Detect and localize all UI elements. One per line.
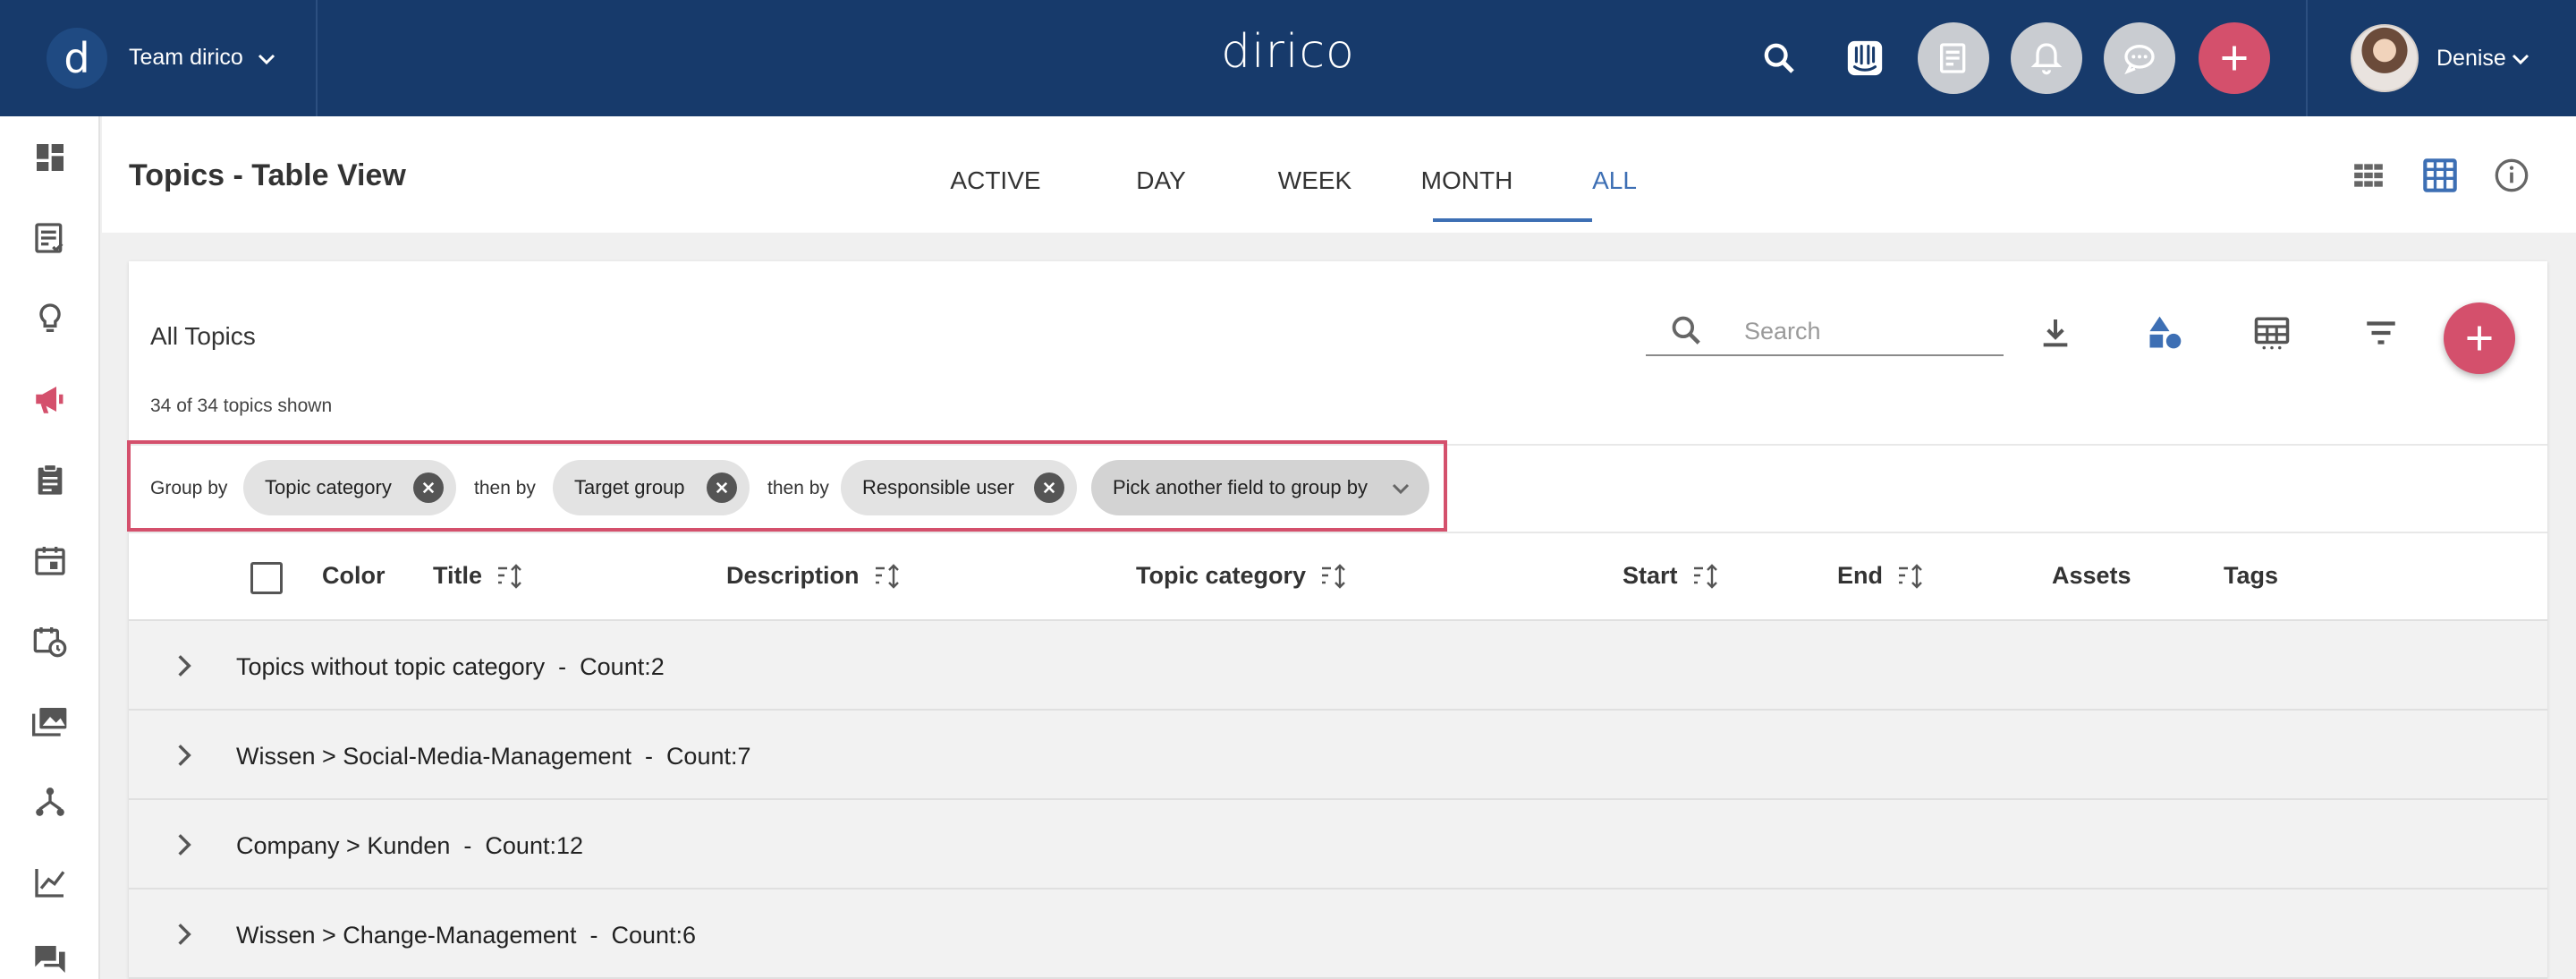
header-description[interactable]: Description [726, 562, 904, 590]
remove-chip-icon[interactable] [1034, 472, 1064, 503]
group-chip-target-group[interactable]: Target group [553, 460, 750, 515]
team-name: Team dirico [129, 45, 243, 70]
header-start[interactable]: Start [1623, 562, 1723, 590]
top-bar: d Team dirico dirico Denise [0, 0, 2576, 116]
sort-icon[interactable] [874, 563, 904, 590]
chat-button[interactable] [2104, 22, 2175, 94]
select-all-checkbox[interactable] [250, 562, 283, 594]
chevron-down-icon [258, 54, 275, 65]
topics-count: 34 of 34 topics shown [150, 396, 333, 416]
columns-icon[interactable] [2250, 311, 2293, 354]
header-end[interactable]: End [1837, 562, 1928, 590]
chevron-right-icon[interactable] [170, 741, 199, 770]
tab-day[interactable]: DAY [1116, 166, 1206, 195]
page-title: Topics - Table View [129, 158, 406, 192]
filter-icon[interactable] [2360, 311, 2402, 354]
header-tags: Tags [2224, 562, 2279, 589]
dashboard-icon[interactable] [29, 136, 72, 179]
intercom-icon[interactable] [1843, 36, 1887, 81]
grid-view-icon[interactable] [2349, 156, 2388, 195]
analytics-icon[interactable] [29, 861, 72, 904]
sort-icon[interactable] [496, 563, 527, 590]
tab-active[interactable]: ACTIVE [937, 166, 1054, 195]
remove-chip-icon[interactable] [413, 472, 444, 503]
group-row[interactable]: Wissen > Change-Management - Count:6 [129, 890, 2547, 979]
then-by-label: then by [474, 478, 536, 498]
chevron-down-icon [1392, 483, 1410, 495]
topics-card: All Topics 34 of 34 topics shown Group b… [127, 261, 2547, 979]
tab-all[interactable]: ALL [1535, 166, 1694, 195]
add-topic-button[interactable] [2444, 302, 2515, 374]
group-row-label: Company > Kunden - Count:12 [236, 832, 583, 859]
table-view-icon[interactable] [2420, 156, 2460, 195]
calendar-icon[interactable] [29, 539, 72, 582]
chat-icon [2124, 45, 2155, 75]
header-topic-category[interactable]: Topic category [1136, 562, 1351, 590]
checklist-icon[interactable] [29, 217, 72, 260]
chevron-right-icon[interactable] [170, 651, 199, 680]
tasks-button[interactable] [1918, 22, 1989, 94]
avatar[interactable] [2351, 24, 2419, 92]
remove-chip-icon[interactable] [707, 472, 737, 503]
shapes-icon[interactable] [2143, 311, 2186, 354]
bell-icon [2030, 43, 2063, 75]
then-by-label: then by [767, 478, 829, 498]
search-input[interactable] [1744, 313, 1995, 349]
team-switcher[interactable]: d Team dirico [0, 0, 318, 116]
tasks-icon [1940, 43, 1966, 73]
chip-label: Responsible user [862, 476, 1014, 498]
tab-month[interactable]: MONTH [1404, 166, 1530, 195]
notifications-button[interactable] [2011, 22, 2082, 94]
search-icon[interactable] [1757, 36, 1801, 81]
sort-icon[interactable] [1692, 563, 1723, 590]
chevron-right-icon[interactable] [170, 920, 199, 949]
user-name[interactable]: Denise [2436, 46, 2506, 72]
sort-icon[interactable] [1320, 563, 1351, 590]
comments-icon[interactable] [29, 938, 72, 979]
chevron-down-icon[interactable] [2510, 48, 2531, 70]
group-chip-responsible-user[interactable]: Responsible user [841, 460, 1077, 515]
search-field[interactable] [1646, 308, 2004, 356]
add-icon [2467, 326, 2492, 351]
group-row[interactable]: Company > Kunden - Count:12 [129, 800, 2547, 890]
group-by-bar: Group by Topic category then by Target g… [127, 440, 1447, 532]
group-by-label: Group by [150, 478, 228, 498]
group-field-picker[interactable]: Pick another field to group by [1091, 460, 1429, 515]
user-separator [2306, 0, 2308, 116]
hierarchy-icon[interactable] [29, 780, 72, 823]
chip-label: Topic category [265, 476, 392, 498]
header-color[interactable]: Color [322, 562, 386, 590]
add-icon [2222, 46, 2247, 71]
divider [129, 532, 2547, 533]
sidebar [0, 116, 100, 979]
sort-icon[interactable] [1897, 563, 1928, 590]
card-title: All Topics [150, 322, 256, 350]
download-icon[interactable] [2034, 311, 2077, 354]
chip-label: Target group [574, 476, 685, 498]
info-icon[interactable] [2492, 156, 2531, 195]
page-header: Topics - Table View ACTIVE DAY WEEK MONT… [102, 116, 2576, 233]
group-row-label: Wissen > Social-Media-Management - Count… [236, 743, 751, 770]
chevron-right-icon[interactable] [170, 830, 199, 859]
group-chip-topic-category[interactable]: Topic category [243, 460, 456, 515]
header-assets: Assets [2052, 562, 2131, 589]
group-row-label: Topics without topic category - Count:2 [236, 653, 665, 680]
group-row[interactable]: Topics without topic category - Count:2 [129, 621, 2547, 711]
search-icon [1672, 316, 1700, 345]
megaphone-icon[interactable] [29, 378, 72, 421]
add-button[interactable] [2199, 22, 2270, 94]
group-row-label: Wissen > Change-Management - Count:6 [236, 922, 697, 949]
group-row[interactable]: Wissen > Social-Media-Management - Count… [129, 711, 2547, 800]
tab-week[interactable]: WEEK [1261, 166, 1368, 195]
media-library-icon[interactable] [29, 700, 72, 743]
lightbulb-icon[interactable] [29, 297, 72, 340]
active-tab-indicator [1433, 218, 1592, 222]
header-title[interactable]: Title [433, 562, 527, 590]
calendar-clock-icon[interactable] [29, 619, 72, 662]
clipboard-icon[interactable] [29, 458, 72, 501]
brand-name: dirico [1221, 25, 1355, 79]
dirico-logo: d [47, 28, 107, 89]
picker-label: Pick another field to group by [1113, 476, 1368, 498]
